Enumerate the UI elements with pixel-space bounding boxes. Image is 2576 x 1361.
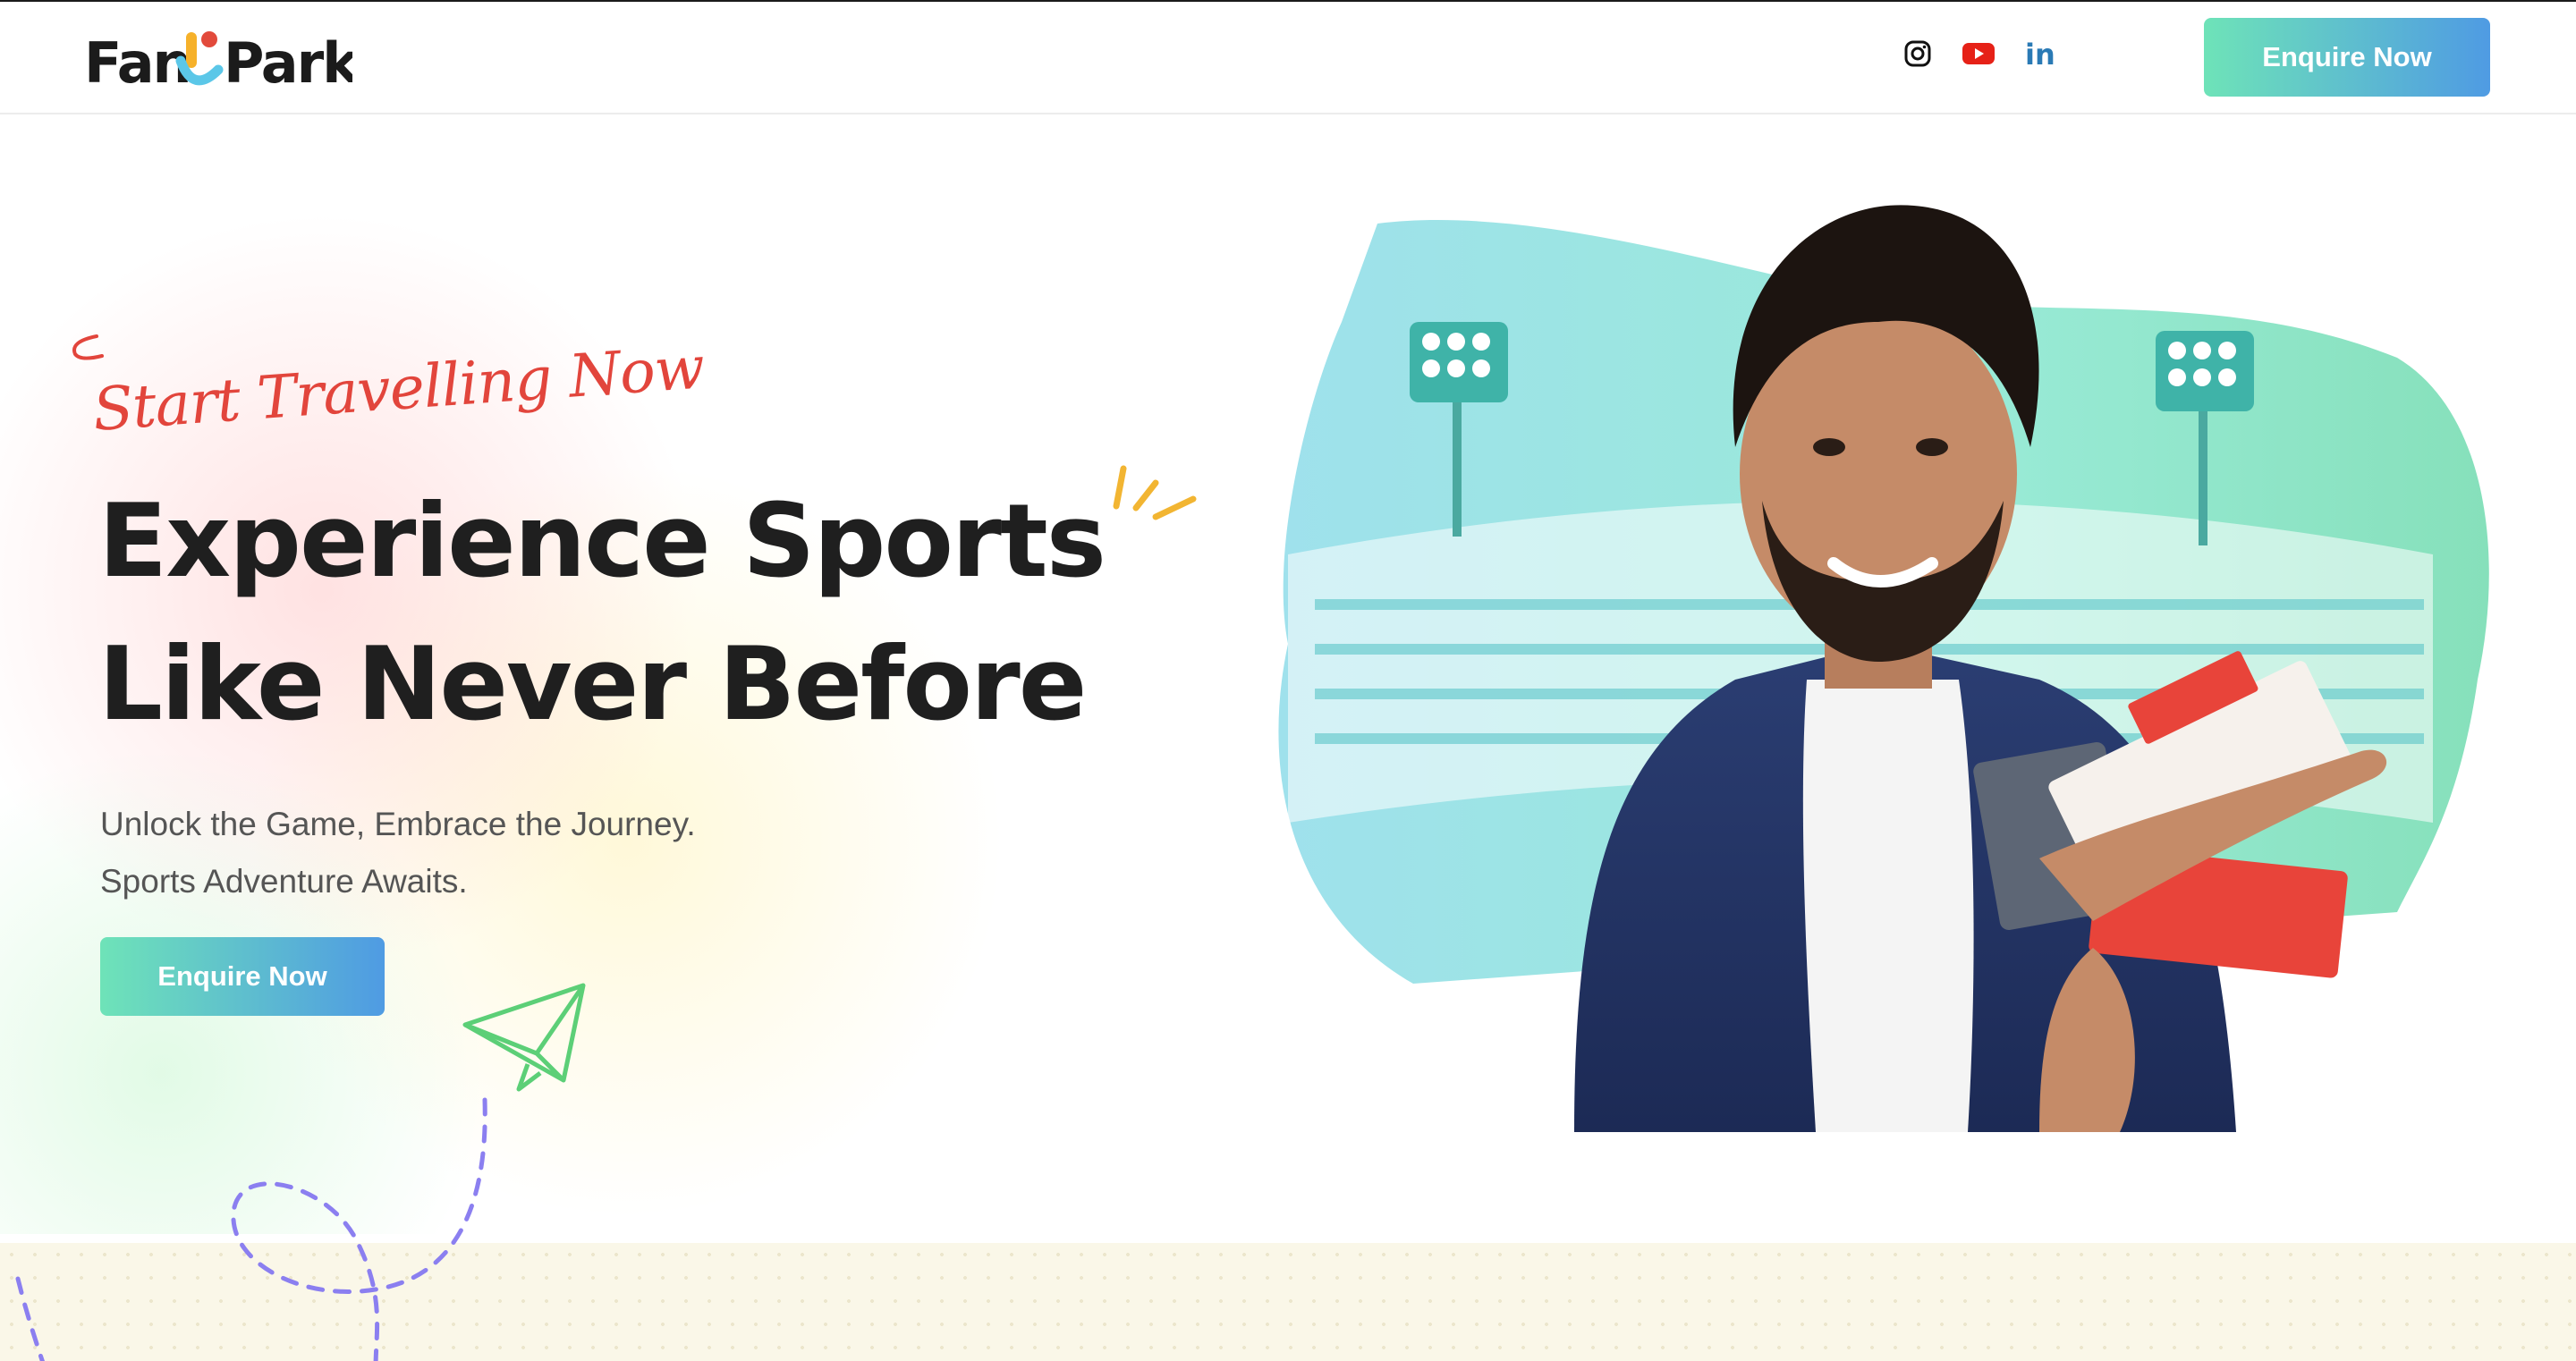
svg-text:in: in xyxy=(2025,38,2055,69)
hero-subtext-line2: Sports Adventure Awaits. xyxy=(100,863,468,900)
fantopark-logo-icon: Fan Park xyxy=(84,30,352,96)
header-enquire-button[interactable]: Enquire Now xyxy=(2204,18,2490,97)
site-header: Fan Park in Enquire Now xyxy=(0,2,2576,114)
hero-subtext-line1: Unlock the Game, Embrace the Journey. xyxy=(100,806,696,842)
linkedin-icon[interactable]: in xyxy=(2023,38,2055,70)
red-squiggle-decoration xyxy=(72,334,104,360)
hero-headline-line1: Experience Sports xyxy=(98,482,1106,600)
hero-enquire-button[interactable]: Enquire Now xyxy=(100,937,385,1016)
hero-subtext: Unlock the Game, Embrace the Journey. Sp… xyxy=(100,796,696,910)
social-links: in xyxy=(1902,38,2055,70)
hero-headline: Experience Sports Like Never Before xyxy=(98,469,1172,756)
youtube-icon[interactable] xyxy=(1962,38,1995,70)
svg-text:Park: Park xyxy=(224,30,352,96)
paper-plane-icon xyxy=(462,983,586,1092)
paper-plane-doodle xyxy=(15,983,586,1361)
instagram-icon[interactable] xyxy=(1902,38,1934,70)
logo[interactable]: Fan Park xyxy=(84,25,352,97)
svg-text:Fan: Fan xyxy=(84,30,191,96)
hero-headline-line2: Like Never Before xyxy=(98,625,1087,743)
hero-image xyxy=(1278,205,2489,1132)
